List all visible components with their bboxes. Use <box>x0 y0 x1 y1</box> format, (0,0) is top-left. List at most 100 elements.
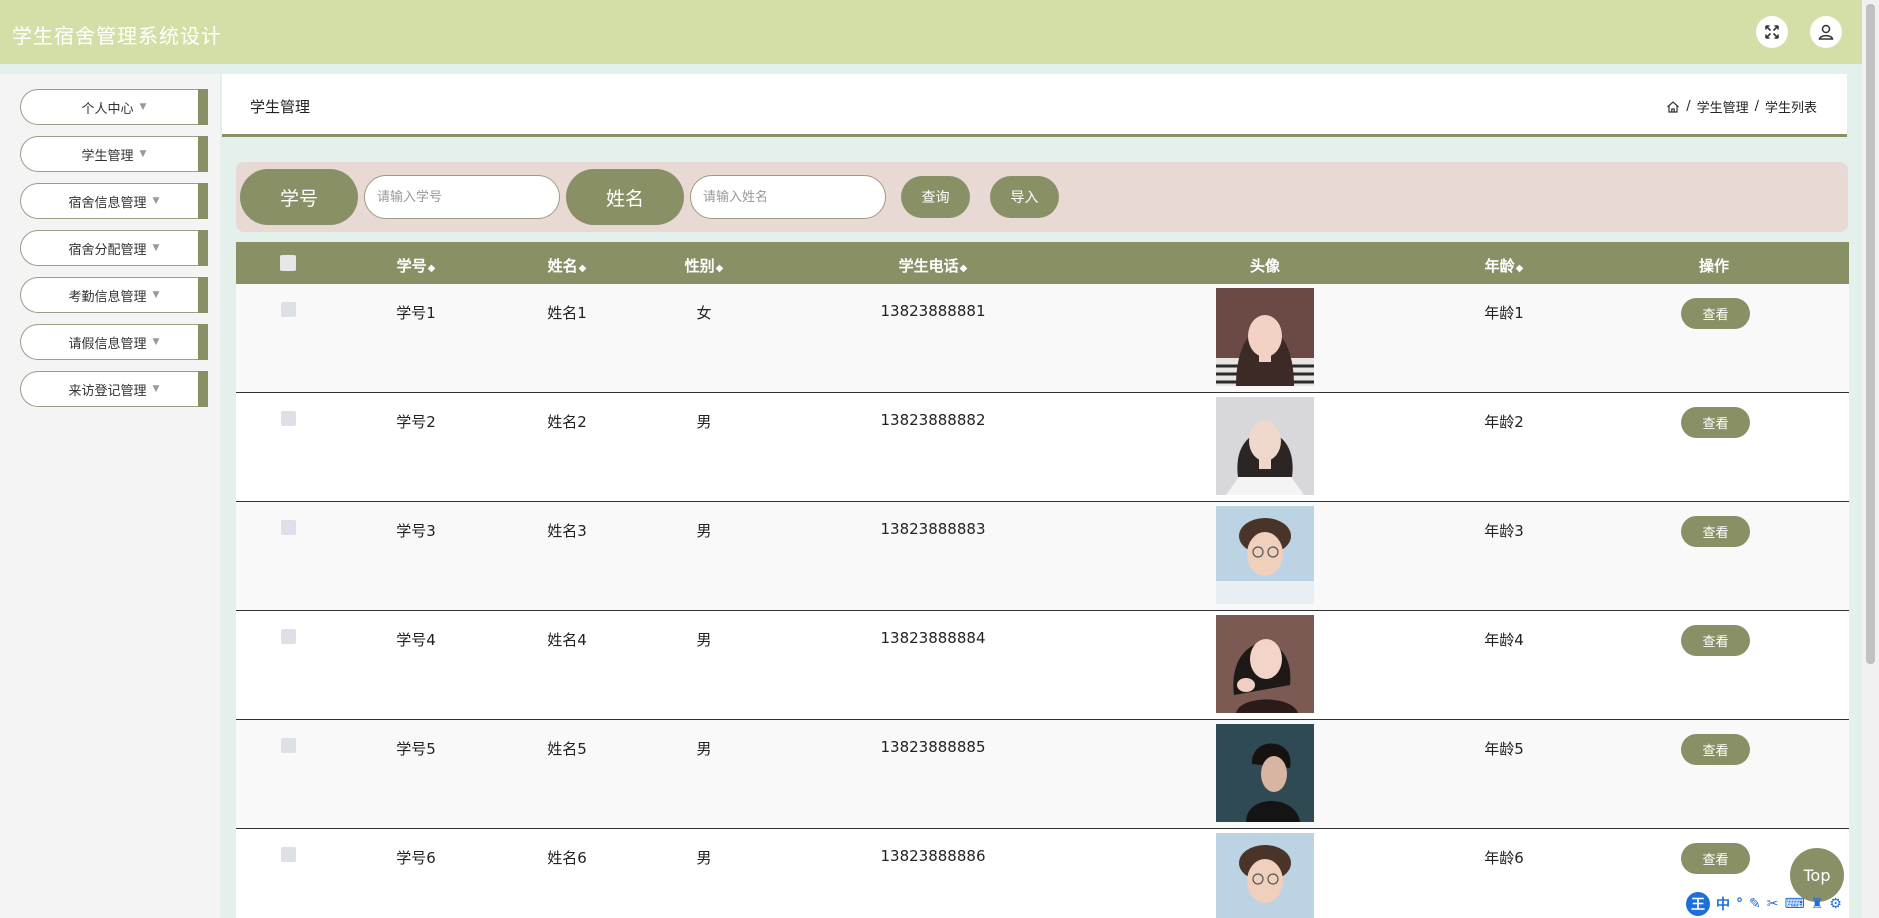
student-id-input[interactable] <box>364 175 560 219</box>
sort-icon[interactable]: ◆ <box>960 263 968 274</box>
query-button[interactable]: 查询 <box>901 176 970 218</box>
app-title: 学生宿舍管理系统设计 <box>12 24 222 48</box>
sidebar-item-label: 考勤信息管理 <box>68 289 147 305</box>
select-all-checkbox[interactable] <box>280 255 296 271</box>
student-avatar <box>1216 615 1314 713</box>
column-header-gender[interactable]: 性别◆ <box>685 255 724 276</box>
column-header-age[interactable]: 年龄◆ <box>1485 255 1524 276</box>
sidebar-item-label: 请假信息管理 <box>68 336 147 352</box>
table-row: 学号1 姓名1 女 13823888881 年龄1 查看 <box>236 284 1849 393</box>
sidebar-item-visitor[interactable]: 来访登记管理 ▼ <box>20 371 208 407</box>
ime-scissors-icon[interactable]: ✂ <box>1767 896 1779 912</box>
row-checkbox[interactable] <box>281 520 296 535</box>
sidebar-item-dorm-info[interactable]: 宿舍信息管理 ▼ <box>20 183 208 219</box>
caret-down-icon: ▼ <box>152 243 160 253</box>
sidebar-item-accent <box>198 324 208 360</box>
breadcrumb-bar: 学生管理 / 学生管理 / 学生列表 <box>222 74 1847 137</box>
ime-logo-icon[interactable]: 王 <box>1686 892 1710 916</box>
name-label: 姓名 <box>566 169 684 225</box>
cell-gender: 男 <box>696 631 712 649</box>
cell-name: 姓名3 <box>547 522 587 540</box>
breadcrumb-item-student-list: 学生列表 <box>1764 101 1817 116</box>
sort-icon[interactable]: ◆ <box>1516 263 1524 274</box>
caret-down-icon: ▼ <box>139 149 147 159</box>
cell-name: 姓名1 <box>547 304 587 322</box>
ime-keyboard-icon[interactable]: ⌨ <box>1784 896 1804 912</box>
sidebar-item-accent <box>198 371 208 407</box>
sort-icon[interactable]: ◆ <box>716 263 724 274</box>
sidebar-item-student-management[interactable]: 学生管理 ▼ <box>20 136 208 172</box>
breadcrumb-item-student-management[interactable]: 学生管理 <box>1697 97 1749 116</box>
view-button[interactable]: 查看 <box>1681 407 1750 438</box>
row-checkbox[interactable] <box>281 411 296 426</box>
cell-name: 姓名4 <box>547 631 587 649</box>
ime-language-toggle[interactable]: 中 <box>1716 894 1730 914</box>
table-row: 学号4 姓名4 男 13823888884 年龄4 查看 <box>236 611 1849 720</box>
import-button[interactable]: 导入 <box>990 176 1059 218</box>
column-header-name[interactable]: 姓名◆ <box>548 255 587 276</box>
row-checkbox[interactable] <box>281 302 296 317</box>
cell-age: 年龄2 <box>1484 413 1524 431</box>
caret-down-icon: ▼ <box>139 102 147 112</box>
view-button[interactable]: 查看 <box>1681 298 1750 329</box>
sidebar-item-attendance[interactable]: 考勤信息管理 ▼ <box>20 277 208 313</box>
cell-gender: 女 <box>696 304 712 322</box>
student-avatar <box>1216 506 1314 604</box>
cell-id: 学号2 <box>396 413 436 431</box>
table-row: 学号6 姓名6 男 13823888886 年龄6 查看 <box>236 829 1849 918</box>
page-title: 学生管理 <box>250 98 311 116</box>
cell-gender: 男 <box>696 740 712 758</box>
breadcrumb-separator: / <box>1754 99 1759 114</box>
user-button[interactable] <box>1810 16 1842 48</box>
caret-down-icon: ▼ <box>152 384 160 394</box>
student-avatar <box>1216 724 1314 822</box>
home-icon[interactable] <box>1666 100 1680 114</box>
page-scrollbar[interactable] <box>1862 0 1879 918</box>
ime-punctuation-icon[interactable]: ° <box>1736 896 1743 912</box>
sidebar-item-personal-center[interactable]: 个人中心 ▼ <box>20 89 208 125</box>
sort-icon[interactable]: ◆ <box>428 263 436 274</box>
sidebar-item-dorm-assignment[interactable]: 宿舍分配管理 ▼ <box>20 230 208 266</box>
column-header-id[interactable]: 学号◆ <box>397 255 436 276</box>
fullscreen-icon <box>1765 25 1779 39</box>
cell-phone: 13823888883 <box>880 520 986 538</box>
fullscreen-button[interactable] <box>1756 16 1788 48</box>
view-button[interactable]: 查看 <box>1681 843 1750 874</box>
column-header-phone[interactable]: 学生电话◆ <box>899 255 968 276</box>
student-avatar <box>1216 288 1314 386</box>
name-input[interactable] <box>690 175 886 219</box>
ime-pen-icon[interactable]: ✎ <box>1749 896 1761 912</box>
view-button[interactable]: 查看 <box>1681 625 1750 656</box>
caret-down-icon: ▼ <box>152 337 160 347</box>
row-checkbox[interactable] <box>281 629 296 644</box>
column-header-avatar: 头像 <box>1249 257 1281 275</box>
cell-age: 年龄4 <box>1484 631 1524 649</box>
sidebar-item-accent <box>198 89 208 125</box>
cell-phone: 13823888884 <box>880 629 986 647</box>
cell-phone: 13823888885 <box>880 738 986 756</box>
sidebar-item-accent <box>198 230 208 266</box>
ime-settings-icon[interactable]: ⚙ <box>1829 896 1842 912</box>
cell-age: 年龄1 <box>1484 304 1524 322</box>
cell-age: 年龄3 <box>1484 522 1524 540</box>
ime-skin-icon[interactable]: ♜ <box>1811 896 1824 912</box>
breadcrumb-separator: / <box>1686 99 1691 114</box>
view-button[interactable]: 查看 <box>1681 516 1750 547</box>
student-avatar <box>1216 833 1314 918</box>
cell-name: 姓名2 <box>547 413 587 431</box>
cell-id: 学号5 <box>396 740 436 758</box>
view-button[interactable]: 查看 <box>1681 734 1750 765</box>
sidebar: 个人中心 ▼ 学生管理 ▼ 宿舍信息管理 ▼ 宿舍分配管理 ▼ 考勤信息管理 ▼… <box>0 74 220 918</box>
cell-phone: 13823888882 <box>880 411 986 429</box>
student-avatar <box>1216 397 1314 495</box>
sidebar-item-leave[interactable]: 请假信息管理 ▼ <box>20 324 208 360</box>
cell-phone: 13823888886 <box>880 847 986 865</box>
row-checkbox[interactable] <box>281 738 296 753</box>
row-checkbox[interactable] <box>281 847 296 862</box>
scrollbar-thumb[interactable] <box>1866 4 1875 664</box>
sort-icon[interactable]: ◆ <box>579 263 587 274</box>
student-table: 学号◆ 姓名◆ 性别◆ 学生电话◆ 头像 年龄◆ 操作 学号1 姓名1 女 13… <box>236 242 1849 918</box>
table-row: 学号3 姓名3 男 13823888883 年龄3 查看 <box>236 502 1849 611</box>
table-header: 学号◆ 姓名◆ 性别◆ 学生电话◆ 头像 年龄◆ 操作 <box>236 242 1849 284</box>
sidebar-item-accent <box>198 183 208 219</box>
